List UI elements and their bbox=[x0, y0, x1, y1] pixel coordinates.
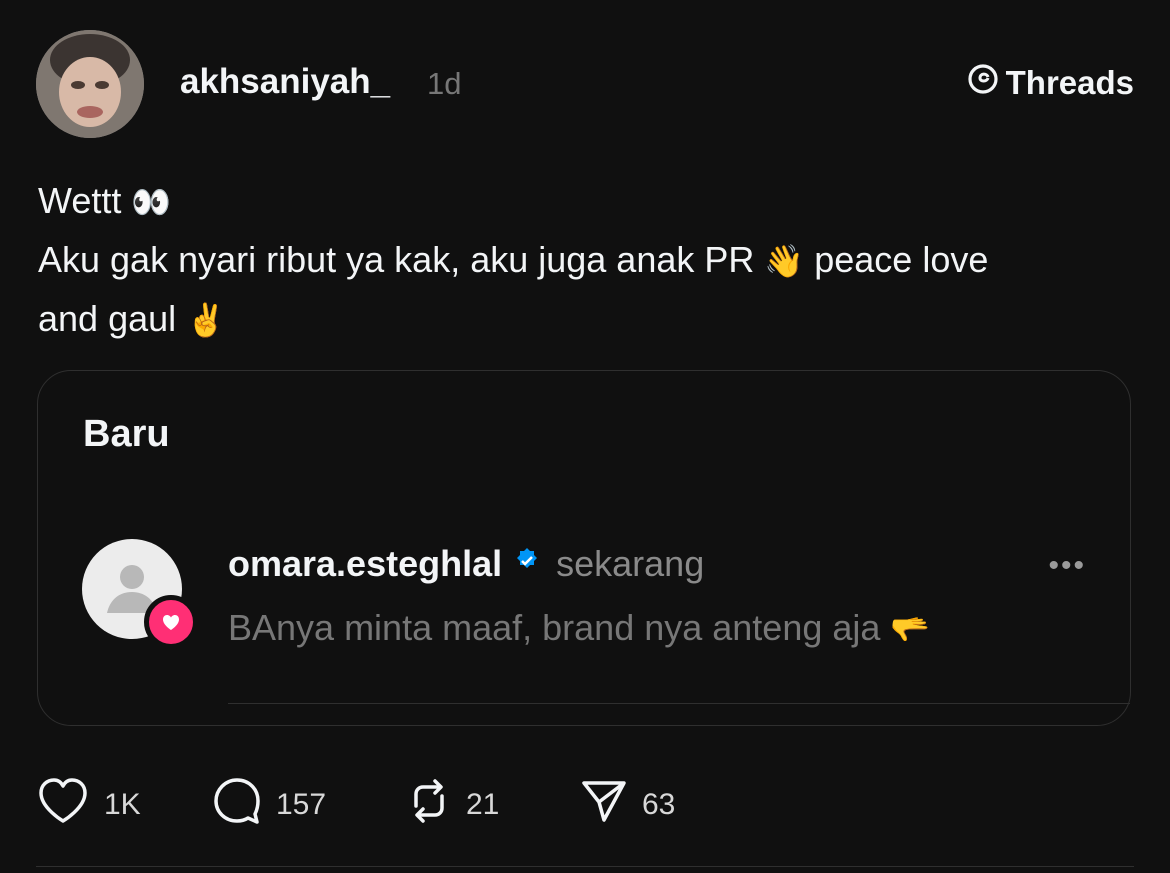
threads-brand[interactable]: Threads bbox=[966, 62, 1134, 104]
palm-down-hand-emoji-icon: 🫳 bbox=[890, 610, 931, 648]
more-icon[interactable]: ••• bbox=[1048, 549, 1086, 583]
card-divider bbox=[228, 703, 1130, 704]
notification-header[interactable]: omara.esteghlal sekarang bbox=[228, 543, 704, 585]
verified-badge-icon bbox=[512, 543, 542, 585]
eyes-emoji-icon: 👀 bbox=[131, 183, 172, 221]
post-username[interactable]: akhsaniyah_ bbox=[180, 62, 390, 102]
share-count: 63 bbox=[642, 788, 676, 821]
post-text-line: Aku gak nyari ribut ya kak, aku juga ana… bbox=[38, 239, 989, 280]
notification-time: sekarang bbox=[556, 543, 705, 584]
post-actions: 1K 157 21 63 bbox=[36, 776, 675, 834]
brand-name: Threads bbox=[1005, 64, 1134, 101]
post-text: Wettt 👀 Aku gak nyari ribut ya kak, aku … bbox=[38, 172, 1128, 349]
comment-button[interactable]: 157 bbox=[212, 776, 406, 834]
share-icon bbox=[580, 778, 628, 832]
like-count: 1K bbox=[104, 788, 141, 821]
post-time: 1d bbox=[427, 66, 462, 101]
post-divider bbox=[36, 866, 1134, 867]
post-text-line: Wettt 👀 bbox=[38, 180, 172, 221]
waving-hand-emoji-icon: 👋 bbox=[764, 242, 805, 280]
post-text-line: and gaul ✌️ bbox=[38, 298, 226, 339]
repost-count: 21 bbox=[466, 788, 500, 821]
threads-logo-icon bbox=[966, 62, 1000, 104]
comment-icon bbox=[212, 776, 262, 834]
share-button[interactable]: 63 bbox=[580, 778, 675, 832]
like-button[interactable]: 1K bbox=[36, 777, 212, 833]
heart-icon bbox=[36, 777, 90, 833]
profile-avatar[interactable] bbox=[36, 30, 144, 138]
card-title: Baru bbox=[83, 413, 170, 455]
repost-icon bbox=[406, 778, 452, 832]
notification-text: BAnya minta maaf, brand nya anteng aja 🫳 bbox=[228, 607, 931, 648]
victory-hand-emoji-icon: ✌️ bbox=[186, 301, 226, 339]
embedded-screenshot-card[interactable]: Baru omara.esteghlal sekarang ••• BAnya … bbox=[37, 370, 1131, 726]
notification-username[interactable]: omara.esteghlal bbox=[228, 543, 502, 585]
repost-button[interactable]: 21 bbox=[406, 778, 580, 832]
comment-count: 157 bbox=[276, 788, 327, 821]
heart-badge-icon bbox=[144, 595, 198, 649]
